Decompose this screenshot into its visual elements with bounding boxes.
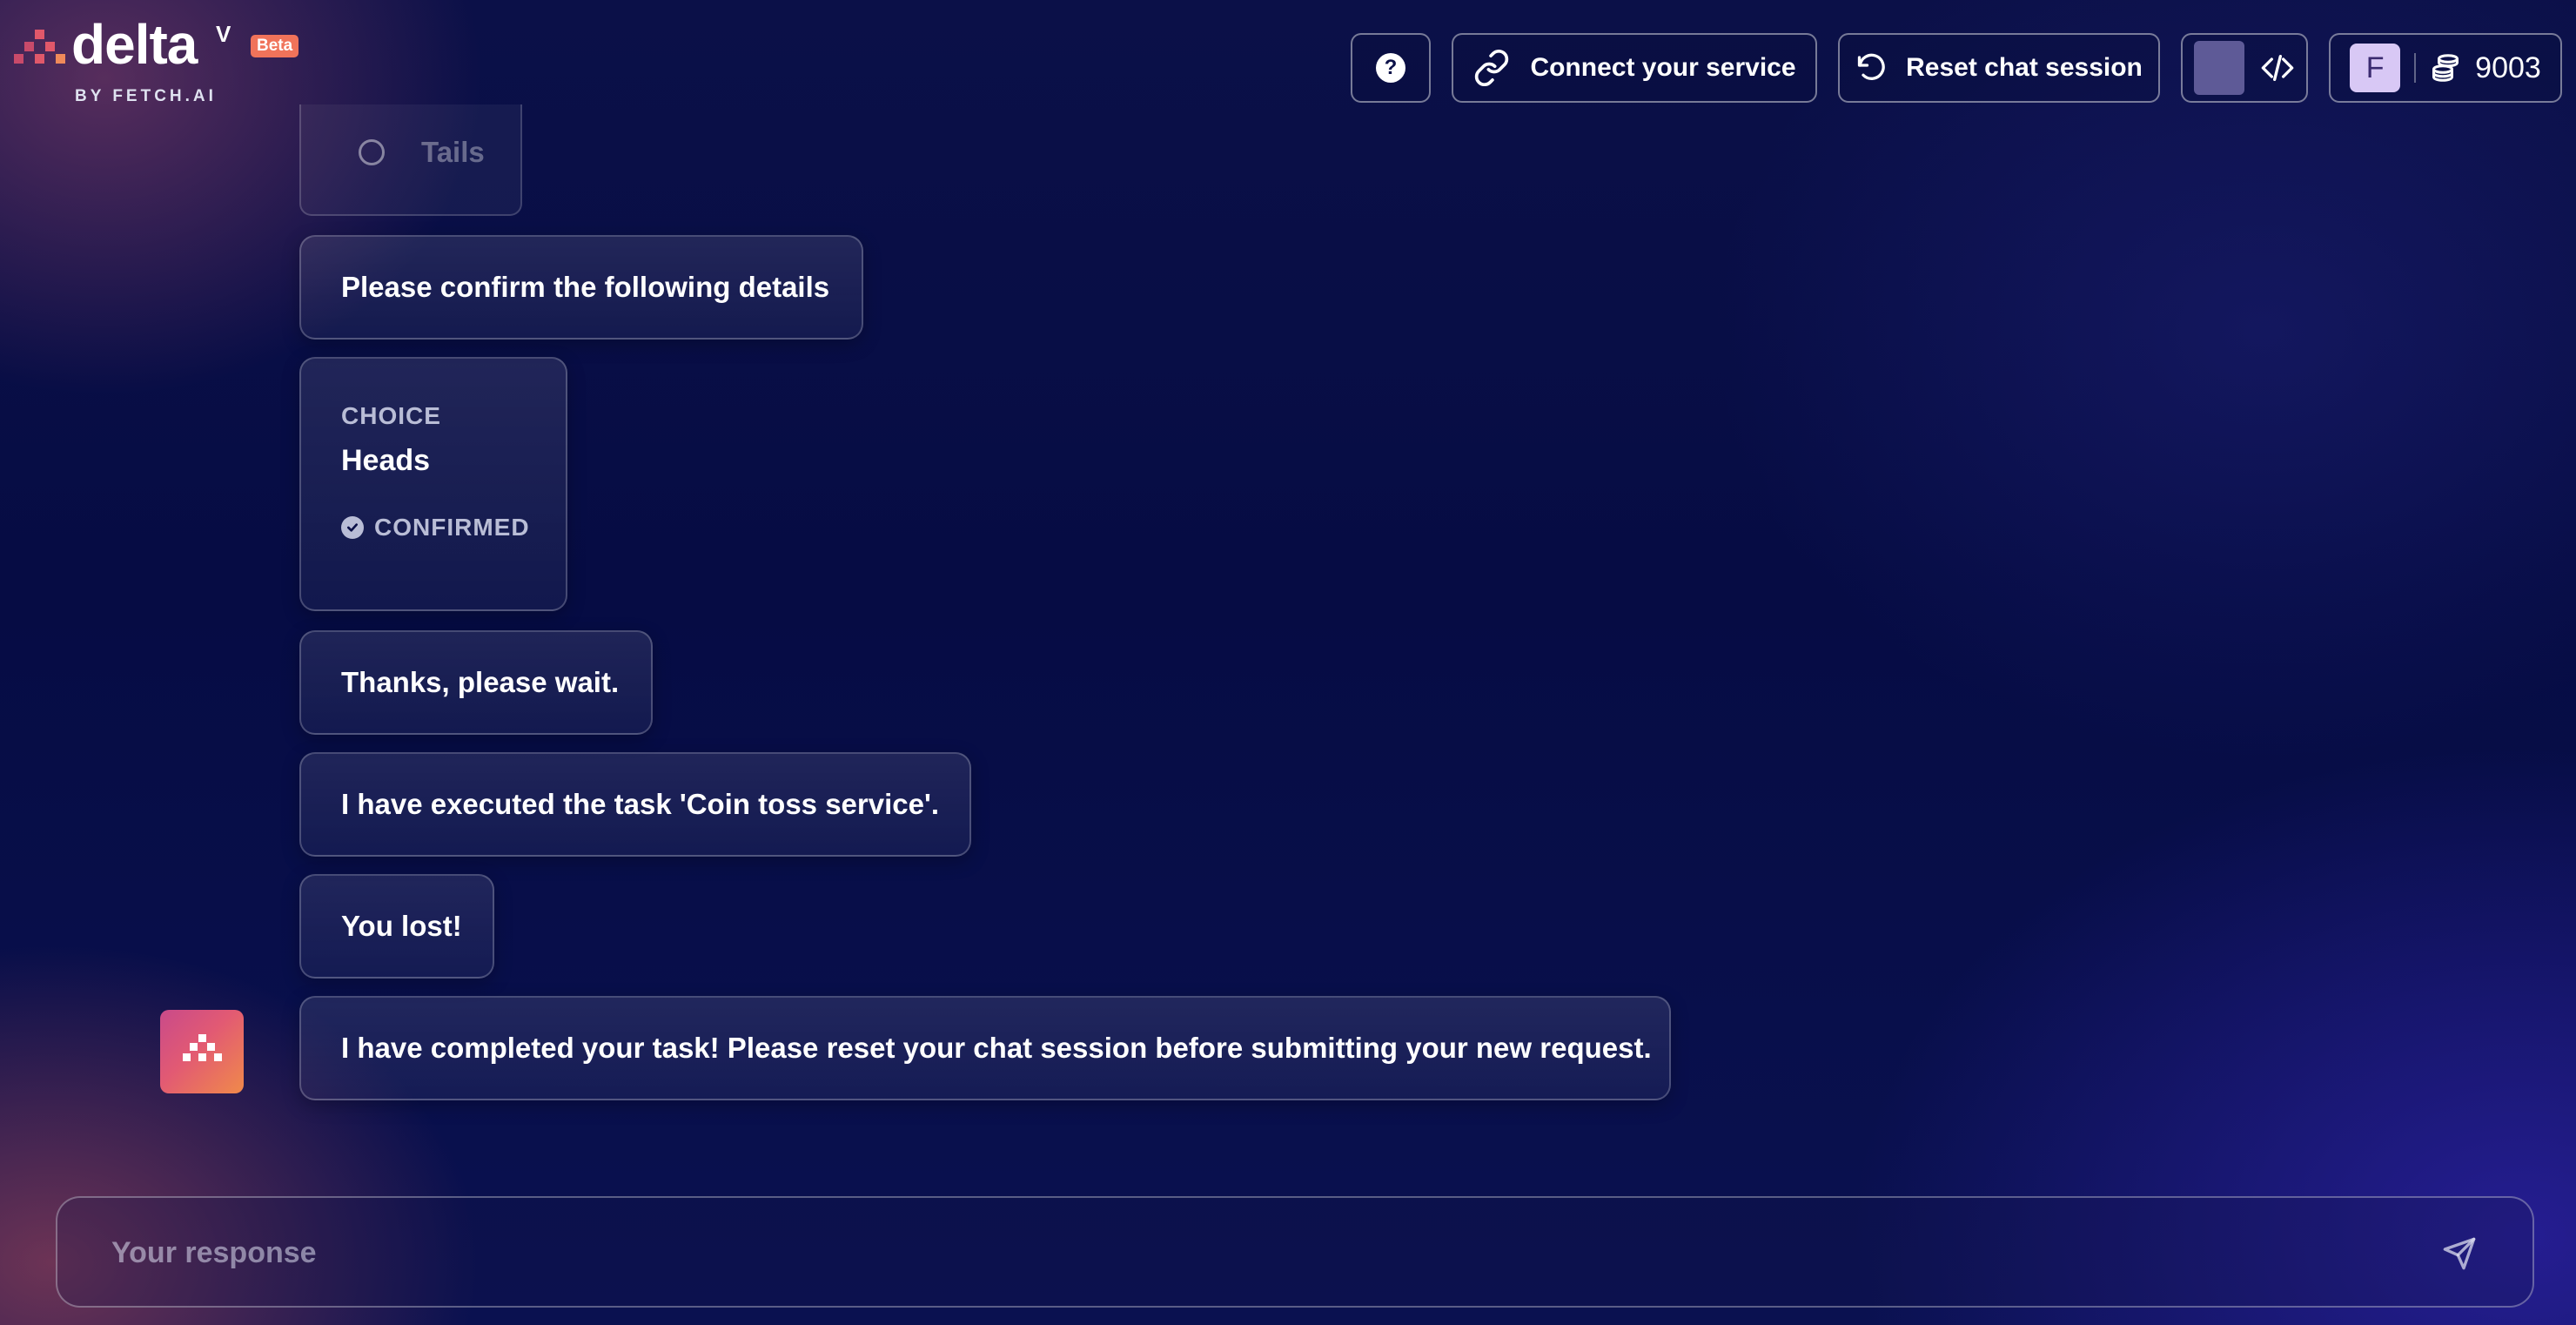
send-button[interactable] bbox=[2438, 1233, 2480, 1275]
agent-message: You lost! bbox=[299, 874, 494, 979]
avatar: F bbox=[2350, 44, 2401, 92]
toggle-swatch bbox=[2194, 41, 2244, 95]
developer-mode-toggle[interactable] bbox=[2181, 33, 2308, 103]
radio-button[interactable] bbox=[359, 139, 385, 165]
deltav-logo-icon bbox=[14, 28, 68, 82]
response-input[interactable] bbox=[111, 1224, 2374, 1281]
choice-value: Heads bbox=[341, 444, 431, 477]
message-text: You lost! bbox=[341, 910, 462, 942]
coins-icon bbox=[2432, 54, 2459, 82]
choice-key: CHOICE bbox=[341, 402, 441, 429]
message-text: Thanks, please wait. bbox=[341, 666, 620, 698]
message-text: I have completed your task! Please reset… bbox=[341, 1032, 1652, 1064]
reset-chat-button[interactable]: Reset chat session bbox=[1838, 33, 2160, 103]
deltav-logo[interactable]: delta V Beta BY FETCH.AI bbox=[14, 13, 310, 113]
agent-message: Thanks, please wait. bbox=[299, 630, 653, 735]
confirmed-status: CONFIRMED bbox=[341, 514, 530, 541]
send-icon bbox=[2443, 1237, 2476, 1270]
brand-byline: BY FETCH.AI bbox=[75, 87, 217, 105]
question-circle-icon: ? bbox=[1376, 53, 1405, 83]
agent-message: Please confirm the following details bbox=[299, 235, 863, 340]
help-button[interactable]: ? bbox=[1351, 33, 1431, 103]
connect-service-button[interactable]: Connect your service bbox=[1452, 33, 1817, 103]
undo-icon bbox=[1857, 53, 1885, 80]
connect-service-label: Connect your service bbox=[1530, 53, 1796, 82]
confirmed-choice-card: CHOICE Heads CONFIRMED bbox=[299, 357, 567, 611]
option-label: Tails bbox=[421, 136, 485, 168]
reset-chat-label: Reset chat session bbox=[1906, 53, 2143, 82]
beta-badge: Beta bbox=[251, 35, 299, 57]
brand-name: delta bbox=[71, 13, 198, 76]
link-icon bbox=[1475, 49, 1509, 87]
code-icon bbox=[2261, 55, 2294, 82]
response-composer bbox=[56, 1196, 2534, 1308]
divider bbox=[2414, 53, 2417, 83]
brand-superscript: V bbox=[216, 21, 231, 47]
message-text: Please confirm the following details bbox=[341, 271, 830, 303]
agent-message: I have executed the task 'Coin toss serv… bbox=[299, 752, 971, 857]
message-text: I have executed the task 'Coin toss serv… bbox=[341, 788, 939, 820]
agent-avatar bbox=[160, 1010, 244, 1093]
agent-message: I have completed your task! Please reset… bbox=[299, 996, 1671, 1100]
check-circle-icon bbox=[341, 516, 364, 539]
status-label: CONFIRMED bbox=[374, 514, 530, 541]
account-button[interactable]: F 9003 bbox=[2329, 33, 2562, 103]
option-tails[interactable]: Tails bbox=[299, 104, 522, 216]
credit-balance: 9003 bbox=[2475, 50, 2541, 84]
